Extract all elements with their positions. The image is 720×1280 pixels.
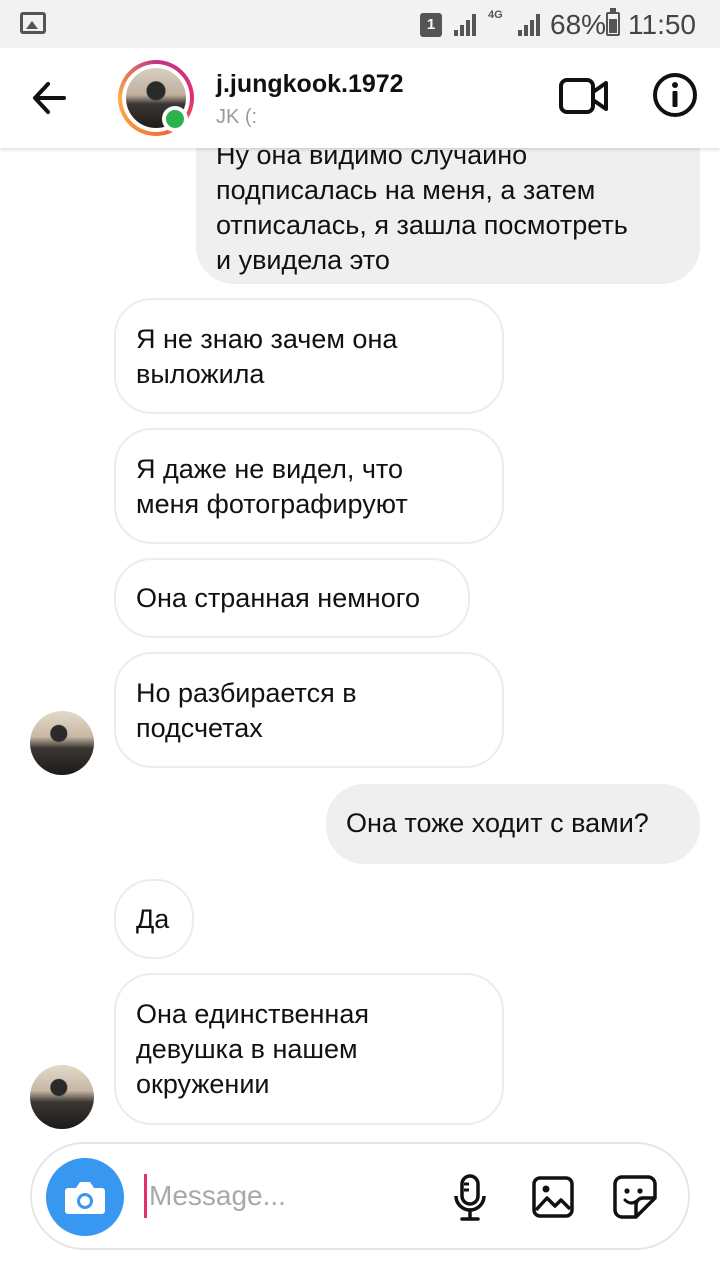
username[interactable]: j.jungkook.1972 [216,70,404,99]
status-bar: 1 4G 68% 11:50 [0,0,720,48]
message-bubble-incoming[interactable]: Да [114,879,194,959]
gallery-icon[interactable] [532,1176,574,1218]
back-arrow-icon[interactable] [30,76,70,120]
message-text: Она тоже ходит с вами? [346,808,649,838]
online-status-dot [162,106,188,132]
sim-badge: 1 [420,13,442,37]
camera-button[interactable] [46,1158,124,1236]
profile-subtitle: JK (: [216,106,258,128]
chat-header: j.jungkook.1972 JK (: [0,48,720,148]
camera-icon [65,1182,105,1214]
message-bubble-incoming[interactable]: Я не знаю зачем она выложила [114,298,504,414]
message-input[interactable] [144,1174,424,1218]
message-list[interactable]: Ну она видимо случайно подписалась на ме… [0,148,720,1138]
sender-avatar[interactable] [30,711,94,775]
message-text: Но разбирается в подсчетах [136,678,357,743]
signal-icon-2 [516,12,544,36]
message-text: Я даже не видел, что меня фотографируют [136,454,408,519]
clock: 11:50 [628,9,696,40]
battery-percent: 68% [550,9,607,40]
message-bubble-incoming[interactable]: Но разбирается в подсчетах [114,652,504,768]
message-bubble-incoming[interactable]: Она единственная девушка в нашем окружен… [114,973,504,1125]
message-text: Я не знаю зачем она выложила [136,324,398,389]
battery-icon [606,8,620,36]
message-bubble-incoming[interactable]: Она странная немного [114,558,470,638]
info-icon[interactable] [652,72,698,118]
message-composer [30,1142,690,1250]
microphone-icon[interactable] [452,1174,488,1222]
sticker-icon[interactable] [612,1174,658,1220]
message-text: Она странная немного [136,583,420,613]
message-bubble-outgoing[interactable]: Ну она видимо случайно подписалась на ме… [196,148,700,284]
message-text: Она единственная девушка в нашем окружен… [136,999,369,1099]
message-text: Да [136,904,170,934]
gallery-notification-icon [20,12,46,34]
video-call-icon[interactable] [558,74,610,118]
message-text: Ну она видимо случайно подписалась на ме… [216,148,628,275]
message-bubble-outgoing[interactable]: Она тоже ходит с вами? [326,784,700,864]
sender-avatar[interactable] [30,1065,94,1129]
message-bubble-incoming[interactable]: Я даже не видел, что меня фотографируют [114,428,504,544]
network-type: 4G [488,9,503,21]
signal-icon [452,12,480,36]
